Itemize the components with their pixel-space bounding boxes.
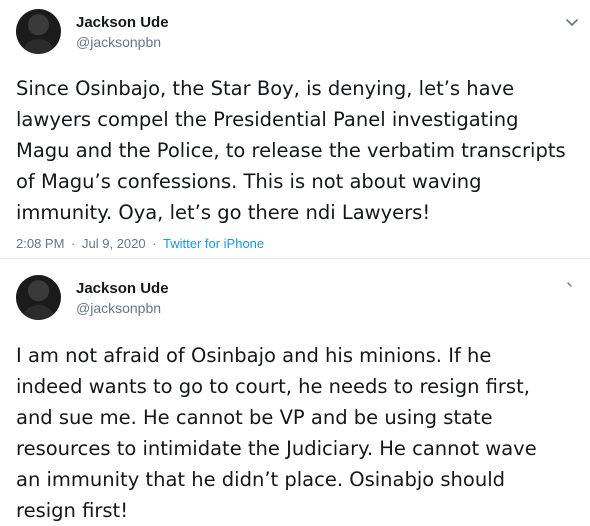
- chevron-down-icon[interactable]: [562, 276, 582, 296]
- tweet-text-line: and sue me. He cannot be VP and be using…: [16, 406, 493, 429]
- tweet-text-line: lawyers compel the Presidential Panel in…: [16, 108, 519, 131]
- tweet-text-line: indeed wants to go to court, he needs to…: [16, 375, 530, 398]
- avatar[interactable]: [16, 9, 61, 54]
- author-handle[interactable]: @jacksonpbn: [76, 34, 161, 50]
- author-name[interactable]: Jackson Ude: [76, 280, 169, 297]
- author-handle[interactable]: @jacksonpbn: [76, 300, 161, 316]
- tweet-text: I am not afraid of Osinbajo and his mini…: [16, 340, 586, 526]
- tweet-time[interactable]: 2:08 PM: [16, 236, 64, 251]
- tweet-text-line: of Magu’s confessions. This is not about…: [16, 170, 482, 193]
- tweet-date[interactable]: Jul 9, 2020: [82, 236, 146, 251]
- tweet-text-line: Since Osinbajo, the Star Boy, is denying…: [16, 77, 515, 100]
- chevron-down-icon[interactable]: [562, 12, 582, 32]
- author-name[interactable]: Jackson Ude: [76, 14, 169, 31]
- tweet-1: Jackson Ude @jacksonpbn Since Osinbajo, …: [0, 0, 590, 258]
- tweet-text-line: resign first!: [16, 499, 129, 522]
- divider: [0, 258, 590, 259]
- avatar[interactable]: [16, 275, 61, 320]
- meta-separator: ·: [152, 236, 157, 251]
- tweet-text-line: I am not afraid of Osinbajo and his mini…: [16, 344, 492, 367]
- tweet-2: Jackson Ude @jacksonpbn I am not afraid …: [0, 262, 590, 524]
- meta-separator: ·: [71, 236, 76, 251]
- tweet-meta: 2:08 PM · Jul 9, 2020 · Twitter for iPho…: [16, 236, 264, 251]
- tweet-text-line: Magu and the Police, to release the verb…: [16, 139, 566, 162]
- tweet-text-line: immunity. Oya, let’s go there ndi Lawyer…: [16, 201, 431, 224]
- tweet-source-link[interactable]: Twitter for iPhone: [163, 236, 264, 251]
- tweet-text-line: resources to intimidate the Judiciary. H…: [16, 437, 537, 460]
- tweet-text: Since Osinbajo, the Star Boy, is denying…: [16, 73, 586, 228]
- tweet-text-line: an immunity that he didn’t place. Osinab…: [16, 468, 505, 491]
